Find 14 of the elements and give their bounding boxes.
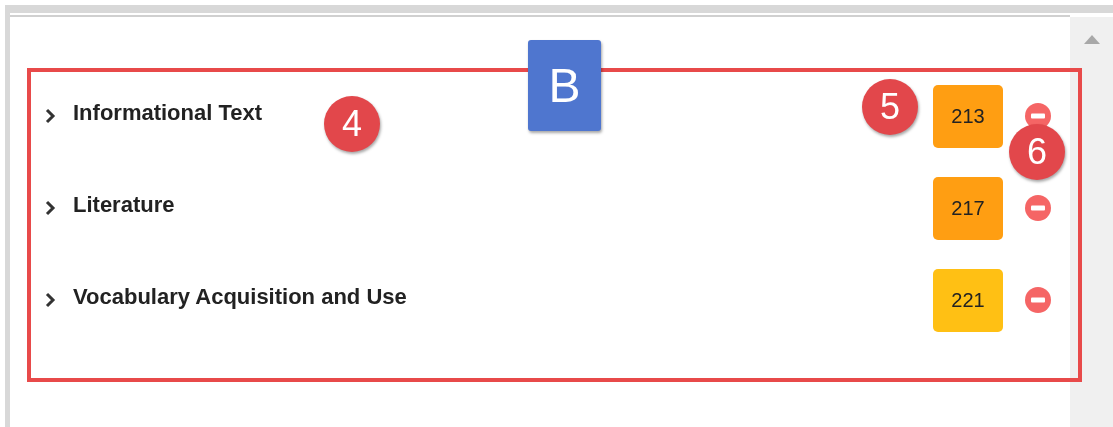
chevron-icon[interactable] [45, 292, 56, 308]
remove-icon[interactable] [1025, 287, 1051, 313]
category-label[interactable]: Informational Text [73, 100, 263, 126]
category-label[interactable]: Literature [73, 192, 175, 218]
score-badge: 213 [933, 84, 1003, 148]
category-label[interactable]: Vocabulary Acquisition and Use [73, 284, 407, 310]
chevron-icon[interactable] [45, 108, 56, 124]
scroll-up-icon[interactable] [1083, 35, 1100, 44]
score-badge: 221 [933, 268, 1003, 332]
chevron-icon[interactable] [45, 200, 56, 216]
callout-square: B [528, 40, 601, 131]
score-badge: 217 [933, 176, 1003, 240]
scrollbar[interactable] [1070, 17, 1113, 427]
remove-icon[interactable] [1025, 195, 1051, 221]
